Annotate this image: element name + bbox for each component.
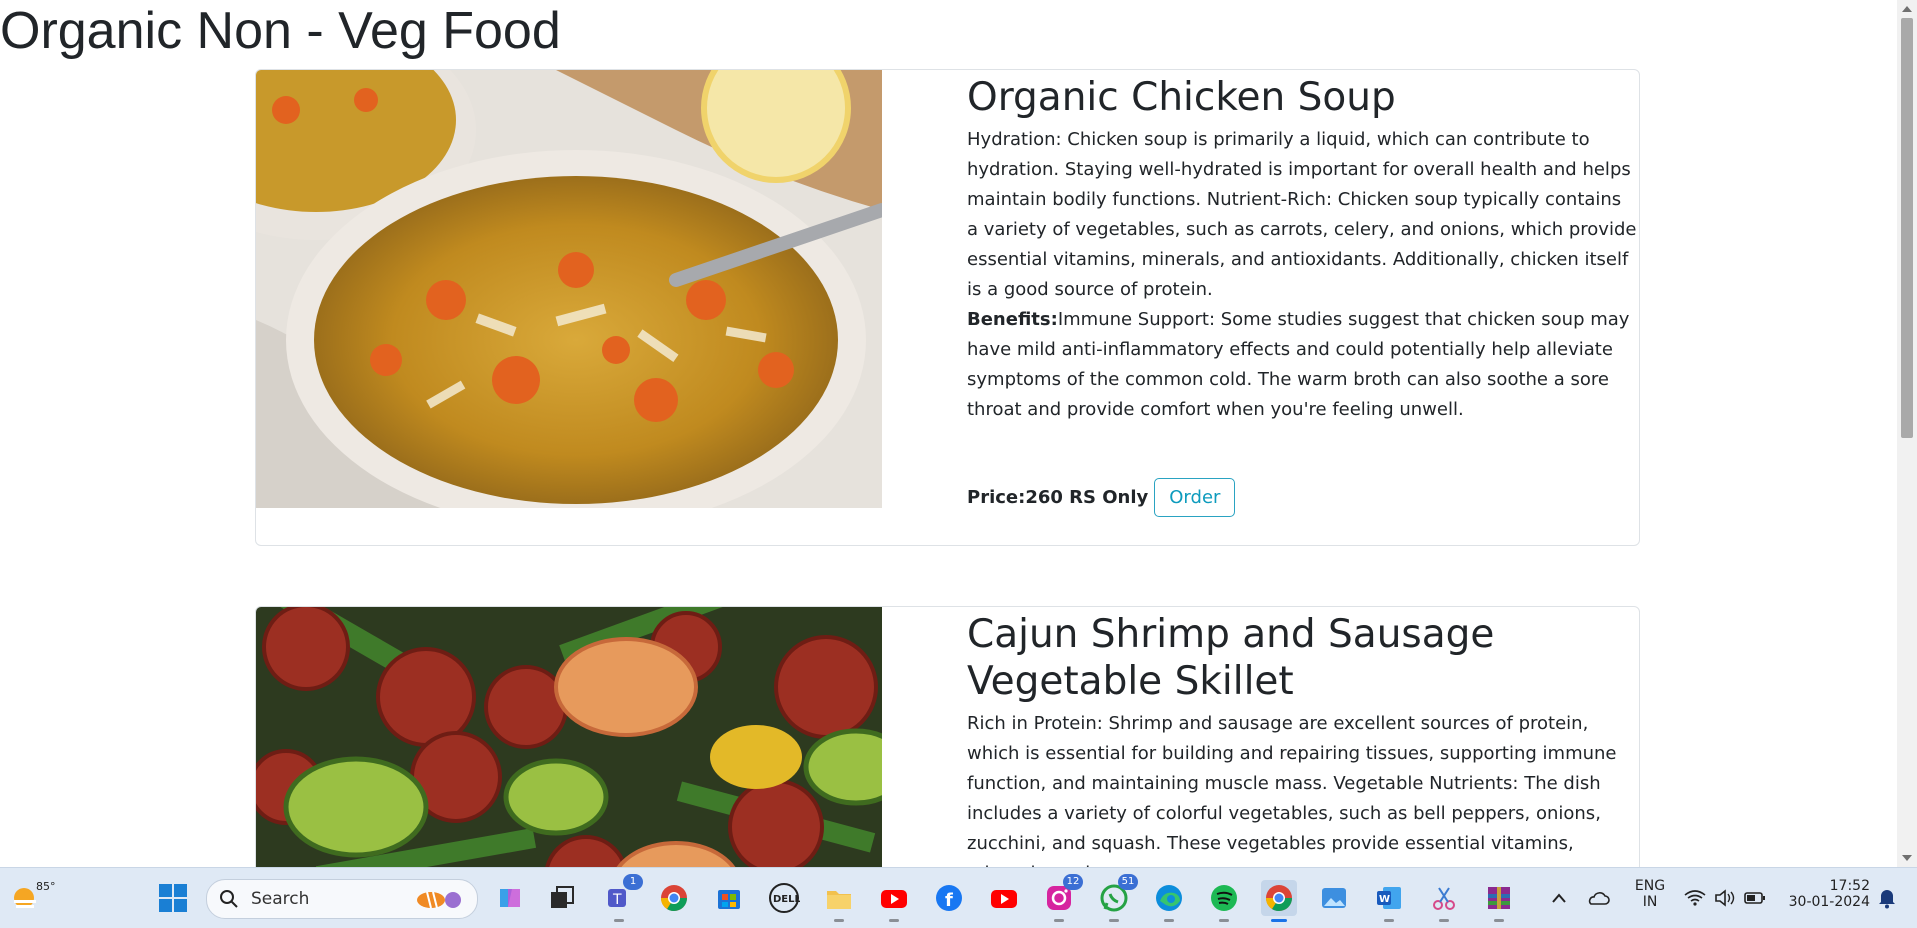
- windows-taskbar: 85° Search T 1 DELL f 12 51 W ENG IN 17:…: [0, 867, 1917, 928]
- start-button[interactable]: [155, 880, 191, 916]
- benefits-label: Benefits:: [967, 309, 1058, 330]
- word-icon[interactable]: W: [1371, 880, 1407, 922]
- region-code: IN: [1642, 894, 1658, 910]
- wifi-icon[interactable]: [1680, 880, 1710, 916]
- clock-date: 30-01-2024: [1788, 894, 1870, 910]
- instagram-badge: 12: [1063, 874, 1083, 890]
- language-indicator[interactable]: ENG IN: [1632, 878, 1668, 910]
- photos-icon[interactable]: [1316, 880, 1352, 916]
- edge-icon[interactable]: [1151, 880, 1187, 922]
- teams-icon[interactable]: T 1: [601, 874, 643, 922]
- description-text: Rich in Protein: Shrimp and sausage are …: [967, 713, 1617, 867]
- teams-badge: 1: [623, 874, 643, 890]
- description-text: Hydration: Chicken soup is primarily a l…: [967, 129, 1637, 300]
- youtube-icon-2[interactable]: [986, 880, 1022, 916]
- product-card: Organic Chicken Soup Hydration: Chicken …: [255, 69, 1640, 546]
- spotify-icon[interactable]: [1206, 880, 1242, 922]
- search-highlight-icon: [417, 891, 461, 909]
- snipping-tool-icon[interactable]: [1426, 880, 1462, 922]
- benefits-text: Immune Support: Some studies suggest tha…: [967, 309, 1630, 420]
- page-title: Organic Non - Veg Food: [0, 2, 561, 60]
- clock-time: 17:52: [1829, 878, 1870, 894]
- card-body: Organic Chicken Soup Hydration: Chicken …: [967, 70, 1637, 425]
- item-title: Organic Chicken Soup: [967, 75, 1396, 120]
- shrimp-skillet-image: [256, 607, 882, 867]
- winrar-icon[interactable]: [1481, 880, 1517, 922]
- vertical-scrollbar[interactable]: [1897, 0, 1917, 867]
- battery-icon[interactable]: [1740, 880, 1770, 916]
- task-view-icon[interactable]: [544, 880, 580, 916]
- item-description: Hydration: Chicken soup is primarily a l…: [967, 125, 1637, 425]
- weather-widget[interactable]: 85°: [10, 878, 56, 918]
- windows-logo-icon: [159, 884, 187, 912]
- svg-text:T: T: [612, 892, 622, 908]
- facebook-icon[interactable]: f: [931, 880, 967, 916]
- chrome-active-icon[interactable]: [1261, 880, 1297, 922]
- dell-icon[interactable]: DELL: [766, 880, 802, 916]
- search-icon: [220, 890, 238, 908]
- svg-text:W: W: [1379, 894, 1390, 905]
- instagram-icon[interactable]: 12: [1041, 874, 1083, 922]
- show-hidden-icons-chevron-icon[interactable]: [1544, 880, 1574, 916]
- volume-icon[interactable]: [1710, 880, 1740, 916]
- language-code: ENG: [1634, 878, 1666, 894]
- microsoft-store-icon[interactable]: [711, 880, 747, 916]
- taskbar-search[interactable]: Search: [206, 879, 478, 919]
- product-card: Cajun Shrimp and Sausage Vegetable Skill…: [255, 606, 1640, 867]
- price-label: Price:260 RS Only: [967, 486, 1149, 508]
- item-description: Rich in Protein: Shrimp and sausage are …: [967, 709, 1637, 867]
- price-row: Price:260 RS Only Order: [967, 478, 1236, 517]
- svg-text:f: f: [945, 890, 953, 911]
- chicken-soup-image: [256, 70, 882, 508]
- copilot-icon[interactable]: [492, 880, 528, 916]
- scroll-down-arrow-icon[interactable]: [1902, 855, 1912, 861]
- file-explorer-icon[interactable]: [821, 880, 857, 922]
- whatsapp-badge: 51: [1118, 874, 1138, 890]
- chrome-icon[interactable]: [656, 880, 692, 916]
- weather-temperature: 85°: [36, 880, 56, 893]
- whatsapp-icon[interactable]: 51: [1096, 874, 1138, 922]
- browser-viewport: Organic Non - Veg Food Organic Chicken S…: [0, 0, 1897, 867]
- onedrive-icon[interactable]: [1584, 880, 1614, 916]
- order-button[interactable]: Order: [1154, 478, 1236, 517]
- card-body: Cajun Shrimp and Sausage Vegetable Skill…: [967, 607, 1637, 867]
- scroll-up-arrow-icon[interactable]: [1902, 6, 1912, 12]
- item-title: Cajun Shrimp and Sausage Vegetable Skill…: [967, 612, 1495, 704]
- youtube-icon[interactable]: [876, 880, 912, 922]
- scroll-thumb[interactable]: [1901, 18, 1913, 438]
- clock[interactable]: 17:52 30-01-2024: [1780, 878, 1870, 910]
- notification-bell-icon[interactable]: [1872, 880, 1902, 916]
- search-label: Search: [251, 889, 310, 909]
- svg-text:DELL: DELL: [773, 894, 800, 905]
